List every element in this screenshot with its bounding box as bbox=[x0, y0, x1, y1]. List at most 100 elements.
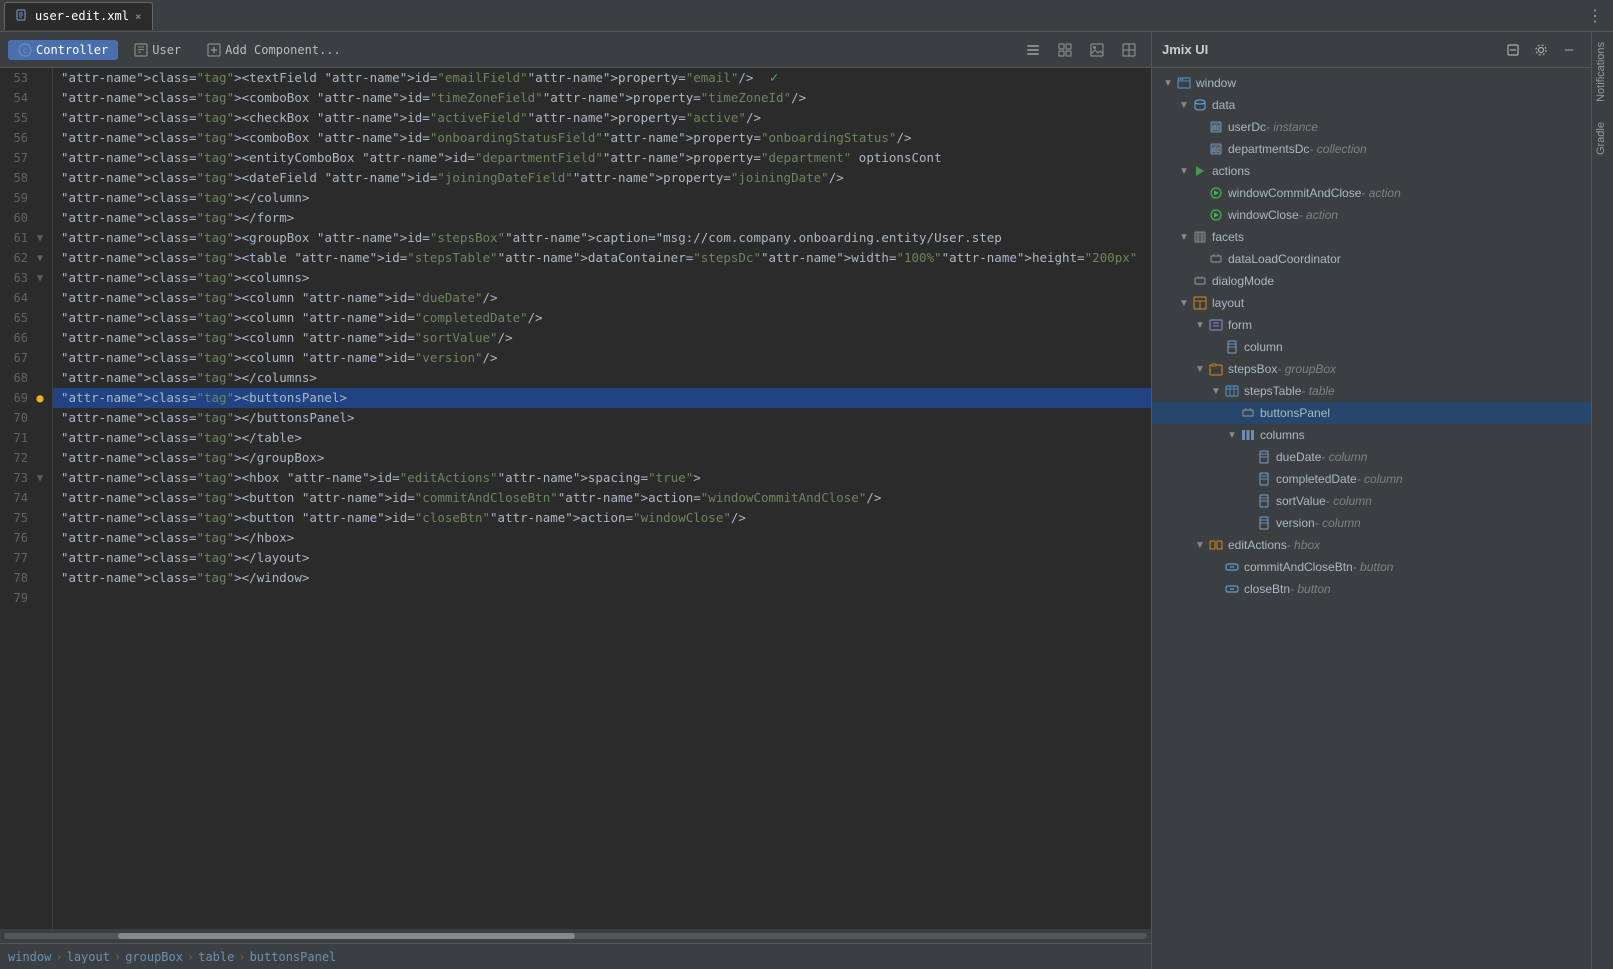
gradle-strip-item[interactable]: Gradle bbox=[1592, 112, 1613, 165]
active-tab[interactable]: user-edit.xml × bbox=[4, 2, 153, 30]
tree-expand-column[interactable] bbox=[1208, 339, 1224, 355]
notifications-strip-item[interactable]: Notifications bbox=[1592, 32, 1613, 112]
tree-item-window[interactable]: ▼window bbox=[1152, 72, 1591, 94]
code-line-58[interactable]: "attr-name">class="tag"><dateField "attr… bbox=[53, 168, 1151, 188]
tree-item-dialogMode[interactable]: dialogMode bbox=[1152, 270, 1591, 292]
code-line-53[interactable]: "attr-name">class="tag"><textField "attr… bbox=[53, 68, 1151, 88]
scrollbar-thumb[interactable] bbox=[118, 933, 575, 939]
tree-expand-departmentsDc[interactable] bbox=[1192, 141, 1208, 157]
tree-item-stepsTable[interactable]: ▼stepsTable - table bbox=[1152, 380, 1591, 402]
image2-view-button[interactable] bbox=[1115, 36, 1143, 64]
code-line-79[interactable] bbox=[53, 588, 1151, 608]
tree-item-sortValue[interactable]: sortValue - column bbox=[1152, 490, 1591, 512]
fold-icon-62[interactable]: ▼ bbox=[37, 253, 43, 264]
fold-icon-73[interactable]: ▼ bbox=[37, 473, 43, 484]
panel-minimize-button[interactable] bbox=[1501, 38, 1525, 62]
tree-expand-layout[interactable]: ▼ bbox=[1176, 295, 1192, 311]
tree-expand-stepsBox[interactable]: ▼ bbox=[1192, 361, 1208, 377]
tree-item-actions[interactable]: ▼actions bbox=[1152, 160, 1591, 182]
tree-expand-sortValue[interactable] bbox=[1240, 493, 1256, 509]
tree-expand-windowClose[interactable] bbox=[1192, 207, 1208, 223]
code-line-62[interactable]: "attr-name">class="tag"><table "attr-nam… bbox=[53, 248, 1151, 268]
tree-expand-form[interactable]: ▼ bbox=[1192, 317, 1208, 333]
image-view-button[interactable] bbox=[1083, 36, 1111, 64]
code-line-67[interactable]: "attr-name">class="tag"><column "attr-na… bbox=[53, 348, 1151, 368]
code-line-55[interactable]: "attr-name">class="tag"><checkBox "attr-… bbox=[53, 108, 1151, 128]
code-line-69[interactable]: "attr-name">class="tag"><buttonsPanel> bbox=[53, 388, 1151, 408]
tree-expand-commitAndCloseBtn[interactable] bbox=[1208, 559, 1224, 575]
breadcrumb-item-groupBox[interactable]: groupBox bbox=[125, 950, 183, 964]
tree-expand-actions[interactable]: ▼ bbox=[1176, 163, 1192, 179]
tree-item-facets[interactable]: ▼facets bbox=[1152, 226, 1591, 248]
tree-item-dueDate[interactable]: dueDate - column bbox=[1152, 446, 1591, 468]
breadcrumb-item-buttonsPanel[interactable]: buttonsPanel bbox=[250, 950, 337, 964]
code-line-74[interactable]: "attr-name">class="tag"><button "attr-na… bbox=[53, 488, 1151, 508]
code-line-63[interactable]: "attr-name">class="tag"><columns> bbox=[53, 268, 1151, 288]
tree-container[interactable]: ▼window▼data dcuserDc - instance dcdepar… bbox=[1152, 68, 1591, 969]
code-line-76[interactable]: "attr-name">class="tag"></hbox> bbox=[53, 528, 1151, 548]
panel-close-button[interactable]: — bbox=[1557, 38, 1581, 62]
tree-expand-dueDate[interactable] bbox=[1240, 449, 1256, 465]
code-content[interactable]: "attr-name">class="tag"><textField "attr… bbox=[53, 68, 1151, 929]
tree-expand-columns[interactable]: ▼ bbox=[1224, 427, 1240, 443]
tree-item-departmentsDc[interactable]: dcdepartmentsDc - collection bbox=[1152, 138, 1591, 160]
tab-menu-dots[interactable]: ⋮ bbox=[1581, 6, 1609, 25]
list-view-button[interactable] bbox=[1019, 36, 1047, 64]
tree-item-stepsBox[interactable]: ▼stepsBox - groupBox bbox=[1152, 358, 1591, 380]
code-line-64[interactable]: "attr-name">class="tag"><column "attr-na… bbox=[53, 288, 1151, 308]
horizontal-scrollbar[interactable] bbox=[0, 929, 1151, 943]
code-line-60[interactable]: "attr-name">class="tag"></form> bbox=[53, 208, 1151, 228]
fold-icon-63[interactable]: ▼ bbox=[37, 273, 43, 284]
toolbar-tab-user[interactable]: User bbox=[124, 40, 191, 60]
tree-item-editActions[interactable]: ▼editActions - hbox bbox=[1152, 534, 1591, 556]
tree-item-completedDate[interactable]: completedDate - column bbox=[1152, 468, 1591, 490]
code-line-70[interactable]: "attr-name">class="tag"></buttonsPanel> bbox=[53, 408, 1151, 428]
tree-item-commitAndCloseBtn[interactable]: commitAndCloseBtn - button bbox=[1152, 556, 1591, 578]
tree-item-column[interactable]: column bbox=[1152, 336, 1591, 358]
tree-expand-facets[interactable]: ▼ bbox=[1176, 229, 1192, 245]
tree-item-form[interactable]: ▼form bbox=[1152, 314, 1591, 336]
breadcrumb-item-layout[interactable]: layout bbox=[67, 950, 110, 964]
toolbar-tab-add-component[interactable]: Add Component... bbox=[197, 40, 351, 60]
tree-expand-windowCommitAndClose[interactable] bbox=[1192, 185, 1208, 201]
code-line-66[interactable]: "attr-name">class="tag"><column "attr-na… bbox=[53, 328, 1151, 348]
tree-item-layout[interactable]: ▼layout bbox=[1152, 292, 1591, 314]
code-line-73[interactable]: "attr-name">class="tag"><hbox "attr-name… bbox=[53, 468, 1151, 488]
tree-item-userDc[interactable]: dcuserDc - instance bbox=[1152, 116, 1591, 138]
tree-expand-dataLoadCoordinator[interactable] bbox=[1192, 251, 1208, 267]
tree-expand-dialogMode[interactable] bbox=[1176, 273, 1192, 289]
tree-expand-data[interactable]: ▼ bbox=[1176, 97, 1192, 113]
tree-item-dataLoadCoordinator[interactable]: dataLoadCoordinator bbox=[1152, 248, 1591, 270]
tree-item-buttonsPanel[interactable]: buttonsPanel bbox=[1152, 402, 1591, 424]
code-line-77[interactable]: "attr-name">class="tag"></layout> bbox=[53, 548, 1151, 568]
grid-view-button[interactable] bbox=[1051, 36, 1079, 64]
tree-item-windowClose[interactable]: windowClose - action bbox=[1152, 204, 1591, 226]
tree-item-version[interactable]: version - column bbox=[1152, 512, 1591, 534]
panel-settings-button[interactable] bbox=[1529, 38, 1553, 62]
breadcrumb-item-table[interactable]: table bbox=[198, 950, 234, 964]
tree-expand-completedDate[interactable] bbox=[1240, 471, 1256, 487]
code-line-54[interactable]: "attr-name">class="tag"><comboBox "attr-… bbox=[53, 88, 1151, 108]
fold-icon-61[interactable]: ▼ bbox=[37, 233, 43, 244]
breadcrumb-item-window[interactable]: window bbox=[8, 950, 51, 964]
code-line-78[interactable]: "attr-name">class="tag"></window> bbox=[53, 568, 1151, 588]
code-line-68[interactable]: "attr-name">class="tag"></columns> bbox=[53, 368, 1151, 388]
tree-expand-closeBtn[interactable] bbox=[1208, 581, 1224, 597]
code-line-57[interactable]: "attr-name">class="tag"><entityComboBox … bbox=[53, 148, 1151, 168]
toolbar-tab-controller[interactable]: C Controller bbox=[8, 40, 118, 60]
scrollbar-track[interactable] bbox=[4, 933, 1147, 939]
tree-expand-editActions[interactable]: ▼ bbox=[1192, 537, 1208, 553]
code-line-65[interactable]: "attr-name">class="tag"><column "attr-na… bbox=[53, 308, 1151, 328]
tree-item-columns[interactable]: ▼columns bbox=[1152, 424, 1591, 446]
tree-expand-userDc[interactable] bbox=[1192, 119, 1208, 135]
tree-expand-window[interactable]: ▼ bbox=[1160, 75, 1176, 91]
tree-expand-buttonsPanel[interactable] bbox=[1224, 405, 1240, 421]
code-line-56[interactable]: "attr-name">class="tag"><comboBox "attr-… bbox=[53, 128, 1151, 148]
tree-item-windowCommitAndClose[interactable]: windowCommitAndClose - action bbox=[1152, 182, 1591, 204]
tree-expand-stepsTable[interactable]: ▼ bbox=[1208, 383, 1224, 399]
code-line-59[interactable]: "attr-name">class="tag"></column> bbox=[53, 188, 1151, 208]
code-line-61[interactable]: "attr-name">class="tag"><groupBox "attr-… bbox=[53, 228, 1151, 248]
tree-item-closeBtn[interactable]: closeBtn - button bbox=[1152, 578, 1591, 600]
tree-expand-version[interactable] bbox=[1240, 515, 1256, 531]
code-line-71[interactable]: "attr-name">class="tag"></table> bbox=[53, 428, 1151, 448]
